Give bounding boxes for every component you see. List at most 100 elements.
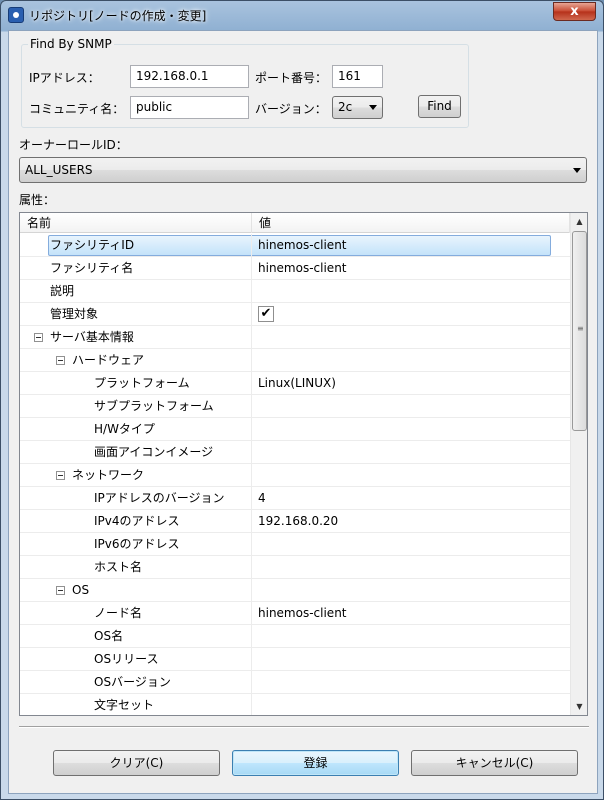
tree-row[interactable]: IPv6のアドレス	[20, 533, 570, 556]
column-header-name[interactable]: 名前	[20, 213, 252, 233]
owner-role-value: ALL_USERS	[25, 163, 93, 177]
column-divider	[251, 372, 252, 395]
managed-checkbox[interactable]: ✔	[258, 306, 274, 322]
tree-row[interactable]: OS	[20, 579, 570, 602]
scrollbar-thumb[interactable]: ≡	[572, 231, 587, 431]
ip-address-input[interactable]: 192.168.0.1	[130, 65, 249, 88]
tree-row-value[interactable]: 4	[258, 487, 266, 510]
column-divider	[251, 395, 252, 418]
attributes-label: 属性：	[19, 193, 56, 207]
column-divider	[251, 556, 252, 579]
column-divider	[251, 510, 252, 533]
collapse-icon[interactable]	[56, 471, 65, 480]
port-label: ポート番号：	[255, 71, 328, 85]
tree-row-name: IPアドレスのバージョン	[94, 491, 225, 505]
scroll-down-icon[interactable]: ▼	[571, 698, 587, 715]
tree-row-name: OS	[72, 583, 90, 597]
tree-row-name: 説明	[50, 284, 75, 298]
tree-row[interactable]: H/Wタイプ	[20, 418, 570, 441]
tree-row-name: 画面アイコンイメージ	[94, 445, 214, 459]
grip-icon: ≡	[577, 324, 584, 333]
tree-row-name: OSリリース	[94, 652, 159, 666]
column-divider	[251, 441, 252, 464]
tree-row[interactable]: ホスト名	[20, 556, 570, 579]
tree-row[interactable]: プラットフォーム Linux(LINUX)	[20, 372, 570, 395]
tree-row[interactable]: サーバ基本情報	[20, 326, 570, 349]
tree-row-value[interactable]: hinemos-client	[258, 234, 347, 257]
tree-row-name: サーバ基本情報	[50, 330, 134, 344]
tree-row[interactable]: IPアドレスのバージョン 4	[20, 487, 570, 510]
column-divider	[251, 579, 252, 602]
tree-row[interactable]: ハードウェア	[20, 349, 570, 372]
tree-row[interactable]: OSバージョン	[20, 671, 570, 694]
tree-row[interactable]: 文字セット	[20, 694, 570, 715]
community-label: コミュニティ名：	[29, 102, 125, 116]
app-icon	[8, 7, 24, 23]
cancel-button[interactable]: キャンセル(C)	[411, 750, 578, 776]
tree-row-name: ネットワーク	[72, 468, 145, 482]
collapse-icon[interactable]	[56, 356, 65, 365]
tree-row[interactable]: IPv4のアドレス 192.168.0.20	[20, 510, 570, 533]
tree-row[interactable]: ネットワーク	[20, 464, 570, 487]
tree-row-name: ファシリティ名	[50, 261, 134, 275]
column-divider	[251, 533, 252, 556]
tree-row-name: ホスト名	[94, 560, 143, 574]
ip-address-label: IPアドレス：	[29, 71, 100, 85]
tree-row[interactable]: OSリリース	[20, 648, 570, 671]
version-select[interactable]: 2c	[332, 96, 383, 119]
column-divider	[251, 487, 252, 510]
column-divider	[251, 257, 252, 280]
tree-row-value[interactable]: 192.168.0.20	[258, 510, 338, 533]
tree-row-value[interactable]: hinemos-client	[258, 257, 347, 280]
column-divider	[251, 280, 252, 303]
column-divider	[251, 694, 252, 715]
close-button[interactable]: x	[553, 2, 596, 21]
column-divider	[251, 648, 252, 671]
divider	[19, 726, 589, 728]
tree-row-name: ファシリティID	[50, 238, 135, 252]
tree-row-name: サブプラットフォーム	[94, 399, 214, 413]
chevron-down-icon	[573, 168, 581, 173]
column-divider	[251, 303, 252, 326]
column-divider	[251, 326, 252, 349]
tree-row-name: ノード名	[94, 606, 143, 620]
register-button[interactable]: 登録	[232, 750, 399, 776]
column-divider	[251, 602, 252, 625]
tree-row[interactable]: 管理対象 ✔	[20, 303, 570, 326]
tree-row[interactable]: ファシリティ名 hinemos-client	[20, 257, 570, 280]
scroll-up-icon[interactable]: ▲	[571, 213, 587, 230]
port-input[interactable]: 161	[332, 65, 383, 88]
vertical-scrollbar[interactable]: ▲ ≡ ▼	[570, 213, 587, 715]
clear-button[interactable]: クリア(C)	[53, 750, 220, 776]
dialog-window: リポジトリ[ノードの作成・変更] x Find By SNMP IPアドレス： …	[0, 0, 604, 800]
column-divider	[251, 464, 252, 487]
title-bar: リポジトリ[ノードの作成・変更] x	[1, 1, 603, 29]
tree-row-value[interactable]: Linux(LINUX)	[258, 372, 336, 395]
tree-row[interactable]: ファシリティID hinemos-client	[20, 234, 570, 257]
community-input[interactable]: public	[130, 96, 249, 119]
collapse-icon[interactable]	[34, 333, 43, 342]
tree-row[interactable]: 説明	[20, 280, 570, 303]
tree-row-name: ハードウェア	[72, 353, 145, 367]
snmp-group-label: Find By SNMP	[28, 37, 114, 51]
tree-row-name: H/Wタイプ	[94, 422, 155, 436]
tree-row-name: プラットフォーム	[94, 376, 190, 390]
tree-row[interactable]: OS名	[20, 625, 570, 648]
tree-row[interactable]: ノード名 hinemos-client	[20, 602, 570, 625]
chevron-down-icon	[369, 105, 377, 110]
version-label: バージョン：	[255, 102, 327, 116]
column-divider	[251, 671, 252, 694]
tree-row-value[interactable]: hinemos-client	[258, 602, 347, 625]
column-header-value[interactable]: 値	[252, 213, 570, 233]
tree-row[interactable]: サブプラットフォーム	[20, 395, 570, 418]
find-button[interactable]: Find	[418, 95, 461, 118]
dialog-client-area: Find By SNMP IPアドレス： 192.168.0.1 ポート番号： …	[8, 30, 598, 794]
owner-role-select[interactable]: ALL_USERS	[19, 157, 587, 183]
column-divider	[251, 349, 252, 372]
tree-row[interactable]: 画面アイコンイメージ	[20, 441, 570, 464]
collapse-icon[interactable]	[56, 586, 65, 595]
attributes-tree-table[interactable]: 名前 値 ファシリティID hinemos-client ファシリティ名 hinemo…	[19, 212, 588, 716]
column-divider	[251, 625, 252, 648]
column-divider	[251, 418, 252, 441]
tree-row-name: 管理対象	[50, 307, 99, 321]
